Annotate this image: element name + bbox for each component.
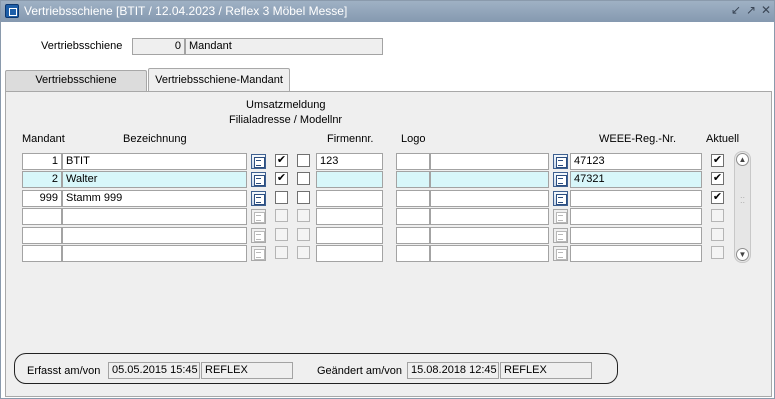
created-label: Erfasst am/von — [27, 365, 101, 377]
filialadresse-checkbox[interactable] — [297, 154, 310, 167]
bezeichnung-cell[interactable] — [62, 227, 247, 244]
mandant-cell[interactable] — [22, 208, 62, 225]
scroll-down-icon[interactable]: ▼ — [736, 248, 749, 261]
firmennr-cell[interactable]: 123 — [316, 153, 383, 170]
bezeichnung-cell[interactable] — [62, 208, 247, 225]
lookup-icon[interactable] — [251, 246, 266, 261]
aktuell-checkbox[interactable]: ✔ — [711, 172, 724, 185]
umsatzmeldung-checkbox[interactable] — [275, 209, 288, 222]
umsatzmeldung-checkbox[interactable] — [275, 191, 288, 204]
column-aktuell: Aktuell — [706, 133, 740, 145]
tab-bar: Vertriebsschiene Vertriebsschiene-Mandan… — [5, 68, 772, 92]
logo-cell[interactable] — [396, 245, 430, 262]
weee-cell[interactable]: 47123 — [570, 153, 702, 170]
firmennr-cell[interactable] — [316, 245, 383, 262]
logo-name-cell[interactable] — [430, 208, 549, 225]
firmennr-cell[interactable] — [316, 208, 383, 225]
weee-cell[interactable] — [570, 190, 702, 207]
lookup-icon[interactable] — [251, 154, 266, 169]
tab-vertriebsschiene-mandant[interactable]: Vertriebsschiene-Mandant — [148, 68, 290, 92]
column-mandant: Mandant — [22, 133, 65, 145]
lookup-icon[interactable] — [251, 191, 266, 206]
mandant-cell[interactable]: 999 — [22, 190, 62, 207]
logo-lookup-icon[interactable] — [553, 172, 568, 187]
lookup-icon[interactable] — [251, 209, 266, 224]
maximize-icon[interactable]: ↗ — [744, 3, 758, 18]
created-date-field[interactable]: 05.05.2015 15:45 — [108, 362, 200, 379]
filialadresse-checkbox[interactable] — [297, 191, 310, 204]
logo-lookup-icon[interactable] — [553, 228, 568, 243]
vertriebsschiene-name-field[interactable]: Mandant — [185, 38, 383, 55]
logo-name-cell[interactable] — [430, 190, 549, 207]
minimize-icon[interactable]: ↙ — [729, 3, 743, 18]
aktuell-checkbox[interactable]: ✔ — [711, 191, 724, 204]
header-umsatzmeldung: Umsatzmeldung — [246, 99, 326, 111]
firmennr-cell[interactable] — [316, 227, 383, 244]
aktuell-checkbox[interactable] — [711, 246, 724, 259]
vertriebsschiene-label: Vertriebsschiene — [41, 40, 123, 52]
column-bezeichnung: Bezeichnung — [123, 133, 187, 145]
weee-cell[interactable] — [570, 227, 702, 244]
filialadresse-checkbox[interactable] — [297, 228, 310, 241]
firmennr-cell[interactable] — [316, 171, 383, 188]
logo-cell[interactable] — [396, 208, 430, 225]
umsatzmeldung-checkbox[interactable] — [275, 228, 288, 241]
changed-date-field[interactable]: 15.08.2018 12:45 — [407, 362, 499, 379]
column-logo: Logo — [401, 133, 426, 145]
mandant-cell[interactable] — [22, 245, 62, 262]
bezeichnung-cell[interactable]: Walter — [62, 171, 247, 188]
weee-cell[interactable] — [570, 245, 702, 262]
weee-cell[interactable]: 47321 — [570, 171, 702, 188]
mandant-cell[interactable]: 2 — [22, 171, 62, 188]
logo-cell[interactable] — [396, 153, 430, 170]
bezeichnung-cell[interactable]: Stamm 999 — [62, 190, 247, 207]
logo-cell[interactable] — [396, 171, 430, 188]
scroll-grip-icon[interactable]: ⁚⁚ — [740, 196, 745, 205]
mandant-cell[interactable]: 1 — [22, 153, 62, 170]
window-title: Vertriebsschiene [BTIT / 12.04.2023 / Re… — [24, 4, 348, 18]
title-bar: Vertriebsschiene [BTIT / 12.04.2023 / Re… — [1, 1, 774, 22]
weee-cell[interactable] — [570, 208, 702, 225]
umsatzmeldung-checkbox[interactable]: ✔ — [275, 172, 288, 185]
logo-lookup-icon[interactable] — [553, 154, 568, 169]
firmennr-cell[interactable] — [316, 190, 383, 207]
column-firmennr: Firmennr. — [327, 133, 374, 145]
scroll-up-icon[interactable]: ▲ — [736, 153, 749, 166]
column-weee: WEEE-Reg.-Nr. — [599, 133, 677, 145]
changed-label: Geändert am/von — [317, 365, 402, 377]
logo-name-cell[interactable] — [430, 227, 549, 244]
aktuell-checkbox[interactable] — [711, 228, 724, 241]
close-icon[interactable]: ✕ — [759, 3, 773, 18]
tab-vertriebsschiene[interactable]: Vertriebsschiene — [5, 70, 147, 91]
logo-lookup-icon[interactable] — [553, 209, 568, 224]
aktuell-checkbox[interactable]: ✔ — [711, 154, 724, 167]
logo-lookup-icon[interactable] — [553, 246, 568, 261]
header-filialadresse: Filialadresse / Modellnr — [229, 114, 343, 126]
app-icon — [5, 4, 19, 18]
logo-name-cell[interactable] — [430, 245, 549, 262]
lookup-icon[interactable] — [251, 228, 266, 243]
changed-user-field[interactable]: REFLEX — [500, 362, 592, 379]
bezeichnung-cell[interactable] — [62, 245, 247, 262]
main-window: Vertriebsschiene [BTIT / 12.04.2023 / Re… — [0, 0, 775, 399]
vertical-scrollbar[interactable]: ▲ ⁚⁚ ▼ — [734, 151, 751, 263]
filialadresse-checkbox[interactable] — [297, 172, 310, 185]
vertriebsschiene-number-field[interactable]: 0 — [132, 38, 185, 55]
logo-cell[interactable] — [396, 190, 430, 207]
created-user-field[interactable]: REFLEX — [201, 362, 293, 379]
mandant-cell[interactable] — [22, 227, 62, 244]
lookup-icon[interactable] — [251, 172, 266, 187]
logo-name-cell[interactable] — [430, 171, 549, 188]
umsatzmeldung-checkbox[interactable]: ✔ — [275, 154, 288, 167]
logo-cell[interactable] — [396, 227, 430, 244]
aktuell-checkbox[interactable] — [711, 209, 724, 222]
bezeichnung-cell[interactable]: BTIT — [62, 153, 247, 170]
logo-lookup-icon[interactable] — [553, 191, 568, 206]
umsatzmeldung-checkbox[interactable] — [275, 246, 288, 259]
filialadresse-checkbox[interactable] — [297, 246, 310, 259]
filialadresse-checkbox[interactable] — [297, 209, 310, 222]
logo-name-cell[interactable] — [430, 153, 549, 170]
